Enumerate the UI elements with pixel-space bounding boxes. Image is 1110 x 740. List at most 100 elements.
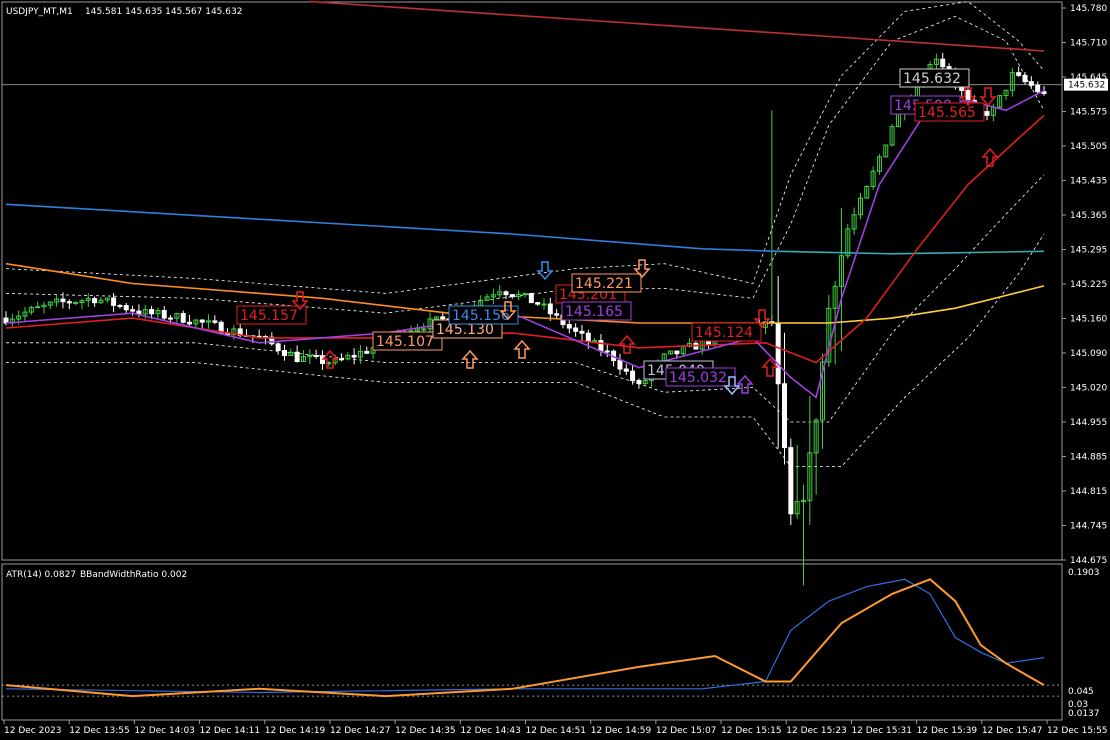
candle-body	[149, 309, 155, 315]
candle-body	[585, 332, 591, 343]
candle-body	[782, 383, 787, 449]
price-tick-label: 144.745	[1070, 522, 1107, 532]
indicator-chart-layer	[2, 578, 1062, 698]
candle-body	[294, 351, 300, 363]
candle-body	[503, 291, 509, 296]
candle-body	[1035, 84, 1041, 93]
candle-body	[136, 310, 142, 315]
price-label: 145.124	[695, 325, 753, 341]
candle-body	[604, 350, 610, 353]
candle-body	[579, 330, 585, 334]
price-tick-label: 145.710	[1070, 39, 1107, 49]
indicator-tick-label: 0.0137	[1068, 709, 1100, 719]
candle-body	[187, 321, 193, 325]
candle-body	[1022, 74, 1028, 83]
candle-body	[775, 322, 781, 385]
candle-body	[509, 294, 515, 298]
candle-body	[573, 327, 579, 332]
indicator-series-bbwr_line	[5, 578, 1045, 698]
time-tick-label: 12 Dec 14:35	[395, 726, 456, 736]
time-axis: 12 Dec 2023 12 Dec 13:55 12 Dec 14:03 12 De…	[3, 720, 1108, 736]
price-label: 145.157	[240, 308, 298, 324]
symbol-title: USDJPY_MT,M1	[6, 7, 73, 17]
candle-body	[351, 354, 357, 358]
candle-body	[788, 447, 794, 515]
candle-body	[554, 313, 560, 316]
time-tick-label: 12 Dec 15:23	[786, 726, 847, 736]
candle-body	[35, 306, 41, 309]
candle-body	[535, 302, 541, 305]
candle-body	[630, 370, 636, 381]
candle-body	[313, 355, 319, 358]
time-tick-label: 12 Dec 15:47	[982, 726, 1043, 736]
price-label: 145.107	[376, 334, 434, 350]
price-tick-label: 144.955	[1070, 418, 1107, 428]
price-label: 145.632	[903, 71, 961, 87]
price-label: 145.165	[565, 304, 623, 320]
bollinger-band-3	[5, 1, 1045, 294]
down-arrow-icon	[979, 87, 997, 107]
moving-average-ma_blue	[5, 203, 779, 253]
ohlc-readout: 145.581 145.635 145.567 145.632	[85, 7, 242, 17]
indicator-tick-label: 0.045	[1068, 687, 1094, 697]
candle-body	[364, 350, 370, 354]
current-price-tag-text: 145.632	[1068, 81, 1105, 91]
time-tick-label: 12 Dec 15:15	[721, 726, 782, 736]
price-label: 145.565	[918, 105, 976, 121]
candle-body	[522, 292, 528, 295]
up-arrow-icon	[461, 349, 479, 369]
price-tick-label: 145.090	[1070, 349, 1107, 359]
candle-body	[940, 58, 946, 68]
trading-chart[interactable]: 145.157145.107145.130145.156145.201145.2…	[0, 0, 1110, 740]
candle-body	[566, 324, 572, 329]
candle-body	[547, 303, 553, 315]
candle-body	[117, 304, 123, 307]
time-tick-label: 12 Dec 14:43	[460, 726, 521, 736]
price-tick-label: 145.575	[1070, 108, 1107, 118]
candle-body	[623, 368, 629, 372]
candle-body	[60, 298, 66, 303]
time-tick-label: 12 Dec 14:51	[526, 726, 587, 736]
price-axis: 145.780145.710145.645145.575145.505145.4…	[1062, 4, 1108, 719]
candle-body	[636, 379, 642, 385]
candle-body	[66, 301, 72, 304]
time-tick-label: 12 Dec 15:39	[917, 726, 978, 736]
up-arrow-icon	[736, 374, 754, 394]
price-tick-label: 145.780	[1070, 4, 1107, 14]
price-tick-label: 144.885	[1070, 453, 1107, 463]
candle-body	[440, 316, 446, 320]
indicator-tick-label: 0.1903	[1068, 568, 1100, 578]
price-tick-label: 145.365	[1070, 211, 1107, 221]
price-tick-label: 145.505	[1070, 142, 1107, 152]
candle-body	[674, 350, 680, 355]
candle-body	[1016, 72, 1022, 76]
candle-body	[180, 313, 186, 323]
candle-body	[123, 305, 129, 311]
candle-body	[161, 309, 167, 319]
candle-body	[541, 303, 547, 306]
candle-body	[281, 350, 287, 357]
time-tick-label: 12 Dec 13:55	[69, 726, 130, 736]
candle-body	[212, 320, 218, 323]
down-arrow-icon	[536, 261, 554, 281]
price-label: 145.032	[669, 370, 727, 386]
time-tick-label: 12 Dec 2023	[4, 726, 62, 736]
time-tick-label: 12 Dec 15:31	[851, 726, 912, 736]
candle-body	[598, 340, 604, 352]
candle-body	[421, 328, 427, 331]
main-chart-layer: 145.157145.107145.130145.156145.201145.2…	[2, 0, 1062, 586]
indicator-panel-frame	[1, 563, 1063, 721]
candle-body	[338, 358, 344, 361]
price-tick-label: 145.295	[1070, 246, 1107, 256]
bbwr-title: BBandWidthRatio 0.002	[80, 570, 187, 580]
candle-body	[73, 301, 79, 304]
candle-body	[111, 297, 117, 306]
bollinger-band-0	[5, 15, 1045, 314]
candle-body	[92, 298, 98, 304]
time-tick-label: 12 Dec 14:19	[265, 726, 326, 736]
up-arrow-icon	[321, 349, 339, 369]
up-arrow-icon	[618, 334, 636, 354]
candle-body	[130, 309, 136, 312]
time-tick-label: 12 Dec 15:55	[1047, 726, 1108, 736]
price-tick-label: 145.020	[1070, 384, 1107, 394]
